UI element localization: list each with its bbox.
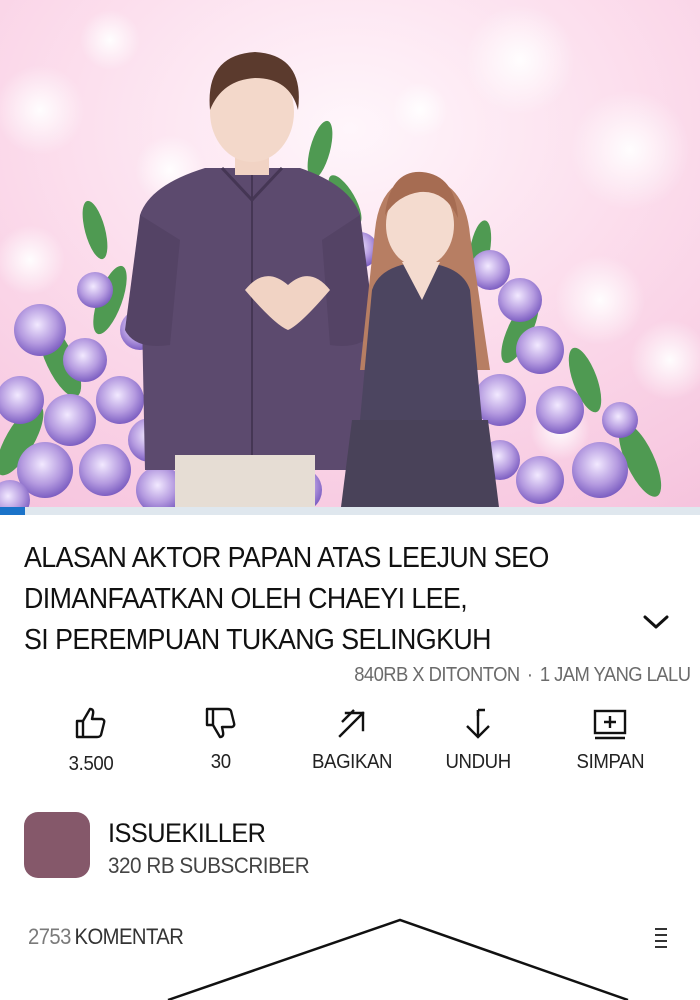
comments-header[interactable]: 2753 KOMENTAR (28, 924, 184, 950)
share-label: BAGIKAN (311, 751, 393, 773)
video-title-line-2: DIMANFAATKAN OLEH CHAEYI LEE, (24, 583, 468, 615)
share-arrow-icon (338, 709, 365, 738)
channel-avatar[interactable] (24, 812, 90, 878)
subscriber-count: 320 RB SUBSCRIBER (108, 853, 310, 878)
channel-name[interactable]: ISSUEKILLER (108, 818, 266, 849)
thumbs-down-icon (205, 707, 236, 739)
save-label: SIMPAN (576, 751, 644, 773)
view-count: 840RB X DITONTON (353, 664, 520, 686)
channel-row[interactable]: ISSUEKILLER 320 RB SUBSCRIBER (24, 812, 644, 882)
download-button[interactable]: UNDUH (418, 700, 538, 790)
video-title-line-1: ALASAN AKTOR PAPAN ATAS LEEJUN SEO (24, 542, 549, 574)
action-bar: 3.500 30 BAGIKAN UNDUH SIMPAN (0, 700, 700, 790)
video-title[interactable]: ALASAN AKTOR PAPAN ATAS LEEJUN SEO DIMAN… (24, 538, 634, 661)
couple-illustration-thumbnail (0, 0, 700, 515)
video-title-line-3: SI PEREMPUAN TUKANG SELINGKUH (24, 624, 492, 656)
meta-separator: · (526, 664, 533, 686)
video-player[interactable] (0, 0, 700, 515)
comment-count: 2753 (28, 924, 71, 949)
save-playlist-icon (593, 709, 627, 740)
expand-description-button[interactable] (636, 604, 676, 640)
chevron-down-icon (643, 615, 669, 629)
share-button[interactable]: BAGIKAN (292, 700, 412, 790)
download-label: UNDUH (445, 751, 511, 773)
like-count: 3.500 (68, 753, 114, 775)
sort-comments-button[interactable] (650, 923, 672, 951)
video-progress-fill (0, 507, 25, 515)
dislike-count: 30 (211, 751, 231, 773)
upload-time: 1 JAM YANG LALU (539, 664, 690, 686)
thumbs-up-icon (75, 707, 106, 739)
dislike-button[interactable]: 30 (161, 700, 281, 790)
download-icon (466, 708, 490, 739)
video-progress-bar[interactable] (0, 507, 700, 515)
sort-menu-icon (655, 928, 667, 948)
save-button[interactable]: SIMPAN (550, 700, 670, 790)
video-metadata: 840RB X DITONTON · 1 JAM YANG LALU (353, 664, 691, 687)
comments-label: KOMENTAR (74, 924, 184, 949)
like-button[interactable]: 3.500 (31, 700, 151, 790)
comment-sheet-edge (167, 918, 629, 1000)
